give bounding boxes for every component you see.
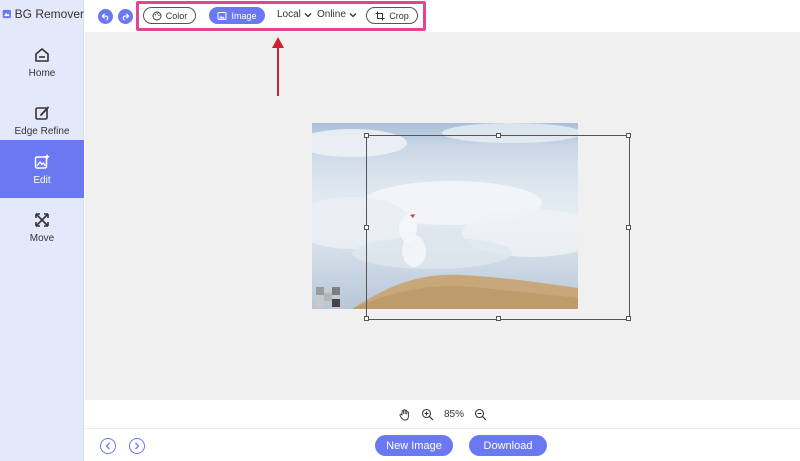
annotation-arrow-icon <box>272 37 284 96</box>
hand-pan-icon[interactable] <box>398 408 411 421</box>
previous-button[interactable] <box>100 438 116 454</box>
sidebar-item-edit[interactable]: Edit <box>0 140 84 198</box>
undo-icon <box>101 13 109 21</box>
redo-icon <box>122 13 130 21</box>
crop-handle-top-right[interactable] <box>626 133 631 138</box>
sidebar-item-label: Edge Refine <box>14 125 70 137</box>
sidebar-item-label: Edit <box>33 174 51 186</box>
zoom-level: 85% <box>443 408 464 420</box>
edit-pen-icon <box>35 106 49 120</box>
highlight-annotation-box <box>136 1 426 31</box>
sidebar: BG Remover Home Edge Refine Edit Move <box>0 0 84 461</box>
sidebar-item-move[interactable]: Move <box>0 198 84 256</box>
chevron-right-icon <box>135 442 140 450</box>
bottom-bar: New Image Download <box>85 428 800 461</box>
crop-handle-right[interactable] <box>626 225 631 230</box>
editor-canvas <box>85 32 800 400</box>
zoom-out-icon[interactable] <box>474 408 487 421</box>
image-edit-icon <box>34 154 50 169</box>
crop-handle-bottom-right[interactable] <box>626 316 631 321</box>
crop-handle-top-left[interactable] <box>364 133 369 138</box>
move-arrows-icon <box>35 212 49 227</box>
crop-handle-left[interactable] <box>364 225 369 230</box>
zoom-bar: 85% <box>85 400 800 428</box>
crop-handle-bottom[interactable] <box>496 316 501 321</box>
sidebar-item-home[interactable]: Home <box>0 33 84 91</box>
next-button[interactable] <box>129 438 145 454</box>
new-image-button[interactable]: New Image <box>375 435 453 456</box>
app-logo-icon <box>2 9 11 19</box>
download-button[interactable]: Download <box>469 435 547 456</box>
chevron-left-icon <box>105 442 110 450</box>
crop-handle-bottom-left[interactable] <box>364 316 369 321</box>
redo-button[interactable] <box>118 9 133 24</box>
undo-button[interactable] <box>98 9 113 24</box>
app-header: BG Remover <box>2 6 84 22</box>
crop-handle-top[interactable] <box>496 133 501 138</box>
crop-selection-frame[interactable] <box>364 133 631 321</box>
app-title: BG Remover <box>14 7 84 21</box>
zoom-in-icon[interactable] <box>421 408 434 421</box>
sidebar-item-label: Home <box>28 67 56 79</box>
sidebar-item-label: Move <box>29 232 55 244</box>
home-icon <box>35 47 49 62</box>
